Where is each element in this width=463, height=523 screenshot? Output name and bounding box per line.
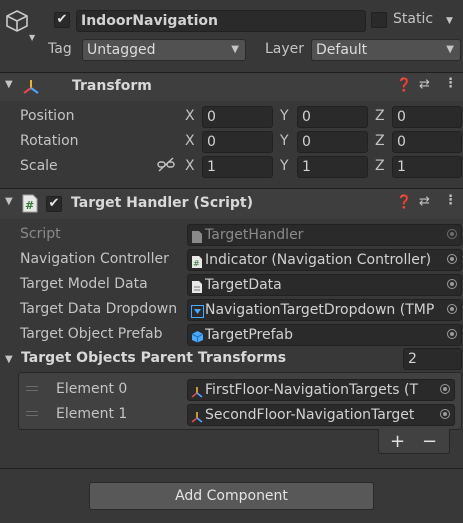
rotation-x-axis[interactable]: X <box>185 133 195 149</box>
position-x-field[interactable]: 0 <box>202 106 273 128</box>
component-divider <box>0 468 463 469</box>
transform-icon <box>191 384 203 398</box>
position-z-field[interactable]: 0 <box>392 106 462 128</box>
element-0-label: Element 0 <box>56 381 128 397</box>
add-element-button[interactable]: + <box>390 431 405 452</box>
script-ref-field: TargetHandler <box>187 224 462 246</box>
drag-handle[interactable] <box>26 411 38 416</box>
position-label: Position <box>20 108 75 124</box>
script-enabled-checkbox[interactable]: ✔ <box>46 196 62 212</box>
script-file-icon: # <box>22 194 38 217</box>
script-ref-value: TargetHandler <box>205 227 304 243</box>
svg-text:#: # <box>193 259 200 268</box>
tag-value: Untagged <box>87 42 156 58</box>
transform-icon <box>191 409 203 423</box>
transform-header[interactable]: ▼ Transform ❓ ⇄ ⋮ <box>0 72 463 101</box>
script-label: Script <box>20 226 61 242</box>
more-options-icon[interactable]: ⋮ <box>444 193 457 208</box>
script-icon <box>191 229 203 243</box>
position-y-axis[interactable]: Y <box>280 108 289 124</box>
scale-y-axis[interactable]: Y <box>280 158 289 174</box>
object-picker-icon[interactable] <box>447 279 457 289</box>
static-dropdown-arrow[interactable]: ▼ <box>446 16 453 26</box>
navigation-controller-label: Navigation Controller <box>20 251 169 267</box>
layer-label: Layer <box>265 41 305 57</box>
static-checkbox[interactable] <box>371 12 387 28</box>
element-0-value: FirstFloor-NavigationTargets (T <box>205 382 419 398</box>
presets-icon[interactable]: ⇄ <box>419 77 430 92</box>
position-y-field[interactable]: 0 <box>297 106 368 128</box>
scale-z-axis[interactable]: Z <box>375 158 385 174</box>
static-label: Static <box>393 11 434 27</box>
target-data-dropdown-value: NavigationTargetDropdown (TMP <box>205 302 435 318</box>
scale-x-field[interactable]: 1 <box>202 156 273 178</box>
object-picker-icon[interactable] <box>447 254 457 264</box>
object-picker-icon <box>447 229 457 239</box>
target-data-dropdown-label: Target Data Dropdown <box>20 301 178 317</box>
navigation-controller-field[interactable]: # Indicator (Navigation Controller) <box>187 249 462 271</box>
element-1-label: Element 1 <box>56 406 128 422</box>
target-model-data-field[interactable]: TargetData <box>187 274 462 296</box>
gameobject-name-input[interactable]: IndoorNavigation <box>76 10 366 32</box>
add-component-button[interactable]: Add Component <box>89 482 374 510</box>
target-model-data-label: Target Model Data <box>20 276 148 292</box>
rotation-z-field[interactable]: 0 <box>392 131 462 153</box>
tag-label: Tag <box>48 41 72 57</box>
scale-z-field[interactable]: 1 <box>392 156 462 178</box>
object-picker-icon[interactable] <box>440 409 450 419</box>
position-z-axis[interactable]: Z <box>375 108 385 124</box>
list-foldout-arrow-icon[interactable]: ▼ <box>5 354 13 365</box>
drag-handle[interactable] <box>26 386 38 391</box>
element-0-field[interactable]: FirstFloor-NavigationTargets (T <box>187 379 455 401</box>
object-picker-icon[interactable] <box>447 304 457 314</box>
navigation-controller-value: Indicator (Navigation Controller) <box>205 252 432 268</box>
foldout-arrow-icon[interactable]: ▼ <box>5 196 13 207</box>
help-icon[interactable]: ❓ <box>396 78 412 93</box>
scale-label: Scale <box>20 158 58 174</box>
element-1-value: SecondFloor-NavigationTarget <box>205 407 415 423</box>
dropdown-icon <box>191 304 204 318</box>
tag-dropdown[interactable]: Untagged ▼ <box>82 39 246 61</box>
target-data-dropdown-field[interactable]: NavigationTargetDropdown (TMP <box>187 299 462 321</box>
chevron-down-icon: ▼ <box>231 44 239 55</box>
target-model-data-value: TargetData <box>205 277 282 293</box>
gameobject-icon-dropdown[interactable]: ▼ <box>29 33 35 42</box>
list-footer <box>378 429 450 454</box>
transform-title: Transform <box>72 78 152 94</box>
script-component-title: Target Handler (Script) <box>71 195 253 211</box>
constrain-proportions-icon[interactable] <box>157 157 175 177</box>
rotation-x-field[interactable]: 0 <box>202 131 273 153</box>
help-icon[interactable]: ❓ <box>396 195 412 210</box>
rotation-y-axis[interactable]: Y <box>280 133 289 149</box>
layer-dropdown[interactable]: Default ▼ <box>311 39 461 61</box>
transform-icon <box>22 78 40 100</box>
position-x-axis[interactable]: X <box>185 108 195 124</box>
target-object-prefab-value: TargetPrefab <box>205 327 293 343</box>
object-picker-icon[interactable] <box>440 384 450 394</box>
list-count-input[interactable]: 2 <box>403 348 462 370</box>
scale-y-field[interactable]: 1 <box>297 156 368 178</box>
element-1-field[interactable]: SecondFloor-NavigationTarget <box>187 404 455 426</box>
svg-text:#: # <box>25 199 34 212</box>
foldout-arrow-icon[interactable]: ▼ <box>5 79 13 90</box>
chevron-down-icon: ▼ <box>446 44 454 55</box>
target-object-prefab-label: Target Object Prefab <box>20 326 163 342</box>
rotation-z-axis[interactable]: Z <box>375 133 385 149</box>
gameobject-icon[interactable] <box>4 8 30 34</box>
list-label[interactable]: Target Objects Parent Transforms <box>21 350 286 366</box>
more-options-icon[interactable]: ⋮ <box>444 76 457 91</box>
presets-icon[interactable]: ⇄ <box>419 194 430 209</box>
remove-element-button[interactable]: − <box>422 431 437 452</box>
object-picker-icon[interactable] <box>447 329 457 339</box>
scale-x-axis[interactable]: X <box>185 158 195 174</box>
prefab-icon <box>191 329 204 343</box>
asset-icon <box>191 279 203 293</box>
rotation-y-field[interactable]: 0 <box>297 131 368 153</box>
gameobject-active-checkbox[interactable]: ✔ <box>54 12 70 28</box>
rotation-label: Rotation <box>20 133 79 149</box>
layer-value: Default <box>316 42 368 58</box>
script-icon: # <box>191 254 203 268</box>
target-object-prefab-field[interactable]: TargetPrefab <box>187 324 462 346</box>
script-component-header[interactable]: ▼ # ✔ Target Handler (Script) ❓ ⇄ ⋮ <box>0 188 463 219</box>
